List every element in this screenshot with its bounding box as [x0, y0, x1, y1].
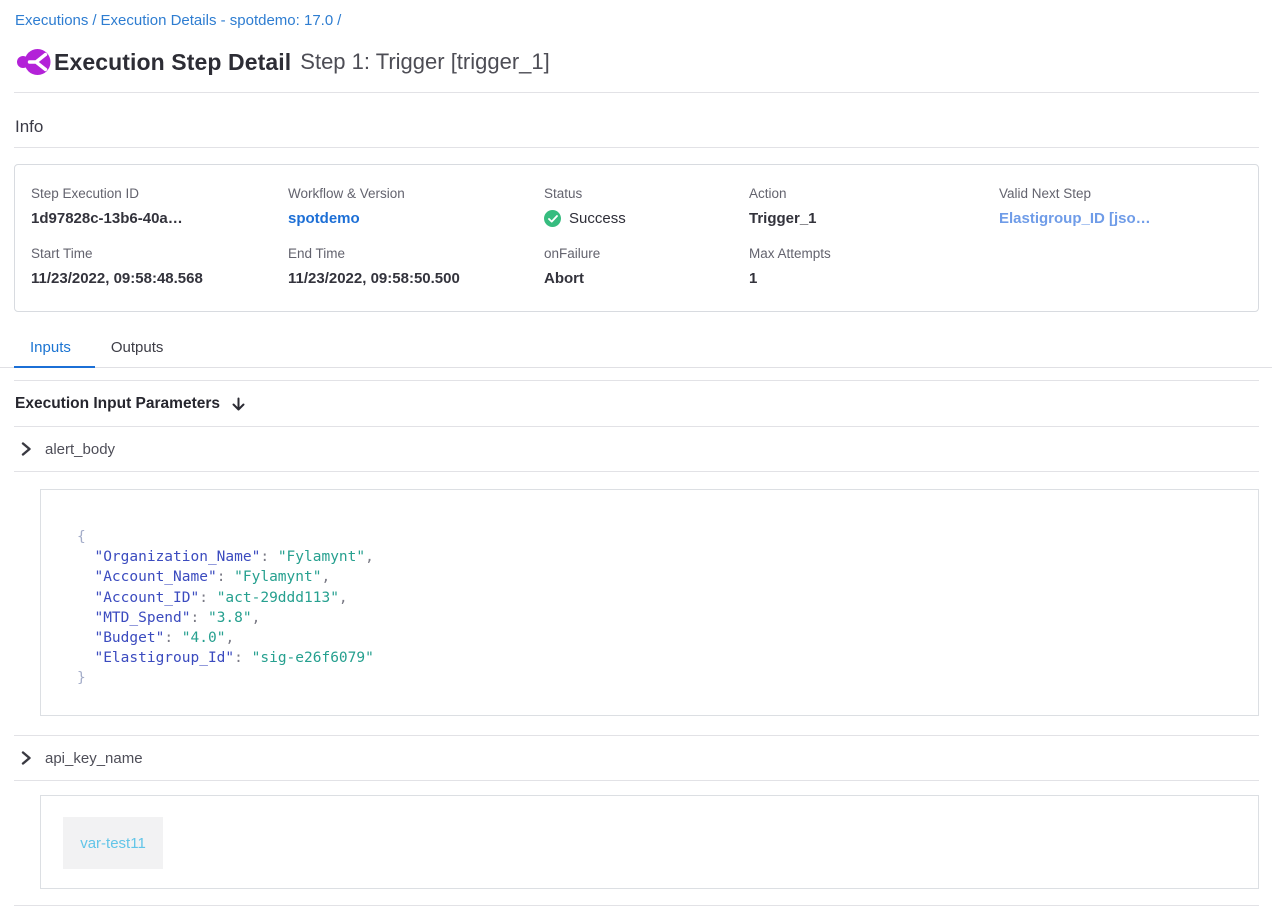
chevron-right-icon[interactable] [20, 442, 33, 456]
status-text: Success [569, 210, 626, 227]
field-label: Valid Next Step [999, 186, 1242, 201]
field-on-failure: onFailure Abort [544, 246, 749, 287]
alert-body-value-panel: { "Organization_Name": "Fylamynt", "Acco… [40, 489, 1259, 716]
field-value: Trigger_1 [749, 210, 999, 227]
field-step-execution-id: Step Execution ID 1d97828c-13b6-40a… [31, 186, 288, 227]
param-name: alert_body [45, 441, 115, 458]
execution-input-parameters-heading: Execution Input Parameters [15, 395, 220, 413]
page-title: Execution Step Detail [54, 49, 291, 76]
execution-input-parameters-row: Execution Input Parameters [0, 381, 1272, 426]
field-label: Max Attempts [749, 246, 999, 261]
valid-next-step-link[interactable]: Elastigroup_ID [jso… [999, 210, 1242, 227]
field-valid-next-step: Valid Next Step Elastigroup_ID [jso… [999, 186, 1242, 227]
download-arrow-icon[interactable] [230, 396, 247, 413]
field-workflow-version: Workflow & Version spotdemo [288, 186, 544, 227]
field-value: 11/23/2022, 09:58:50.500 [288, 270, 544, 287]
page-subtitle: Step 1: Trigger [trigger_1] [300, 49, 549, 75]
api-key-name-value: var-test11 [63, 817, 163, 869]
field-value: Abort [544, 270, 749, 287]
field-status: Status Success [544, 186, 749, 227]
json-code: { "Organization_Name": "Fylamynt", "Acco… [77, 527, 1258, 689]
info-section-heading: Info [0, 93, 1272, 147]
param-row-api-key-name[interactable]: api_key_name [0, 736, 1272, 780]
info-card: Step Execution ID 1d97828c-13b6-40a… Wor… [14, 164, 1259, 312]
param-name: api_key_name [45, 750, 143, 767]
field-value: 1 [749, 270, 999, 287]
info-heading-divider [14, 147, 1259, 148]
workflow-link[interactable]: spotdemo [288, 210, 544, 227]
field-max-attempts: Max Attempts 1 [749, 246, 999, 287]
tab-outputs[interactable]: Outputs [95, 332, 184, 367]
api-key-name-value-panel: var-test11 [40, 795, 1259, 889]
field-label: Status [544, 186, 749, 201]
field-label: Action [749, 186, 999, 201]
breadcrumb: Executions/Execution Details - spotdemo:… [0, 0, 1272, 29]
field-label: End Time [288, 246, 544, 261]
fylamynt-logo-icon [16, 47, 54, 77]
field-value: 1d97828c-13b6-40a… [31, 210, 288, 227]
field-end-time: End Time 11/23/2022, 09:58:50.500 [288, 246, 544, 287]
field-label: onFailure [544, 246, 749, 261]
tab-inputs[interactable]: Inputs [14, 332, 95, 368]
param-row-api-key-value[interactable]: api_key_value [0, 906, 1272, 919]
field-start-time: Start Time 11/23/2022, 09:58:48.568 [31, 246, 288, 287]
breadcrumb-link-executions[interactable]: Executions [15, 12, 88, 29]
field-label: Step Execution ID [31, 186, 288, 201]
breadcrumb-link-execution-details[interactable]: Execution Details - spotdemo: 17.0 [101, 12, 334, 29]
execution-step-detail-page: Executions/Execution Details - spotdemo:… [0, 0, 1272, 919]
success-check-icon [544, 210, 561, 227]
field-value: 11/23/2022, 09:58:48.568 [31, 270, 288, 287]
row-divider [14, 471, 1259, 472]
chevron-right-icon[interactable] [20, 751, 33, 765]
field-action: Action Trigger_1 [749, 186, 999, 227]
spacer [0, 368, 1272, 380]
breadcrumb-separator-trailing: / [333, 12, 345, 29]
page-title-row: Execution Step Detail Step 1: Trigger [t… [16, 45, 1272, 79]
field-empty [999, 246, 1242, 287]
breadcrumb-separator: / [88, 12, 100, 29]
field-label: Workflow & Version [288, 186, 544, 201]
field-label: Start Time [31, 246, 288, 261]
row-divider [14, 780, 1259, 781]
param-row-alert-body[interactable]: alert_body [0, 427, 1272, 471]
tab-bar: Inputs Outputs [0, 332, 1272, 368]
status-value: Success [544, 210, 749, 227]
